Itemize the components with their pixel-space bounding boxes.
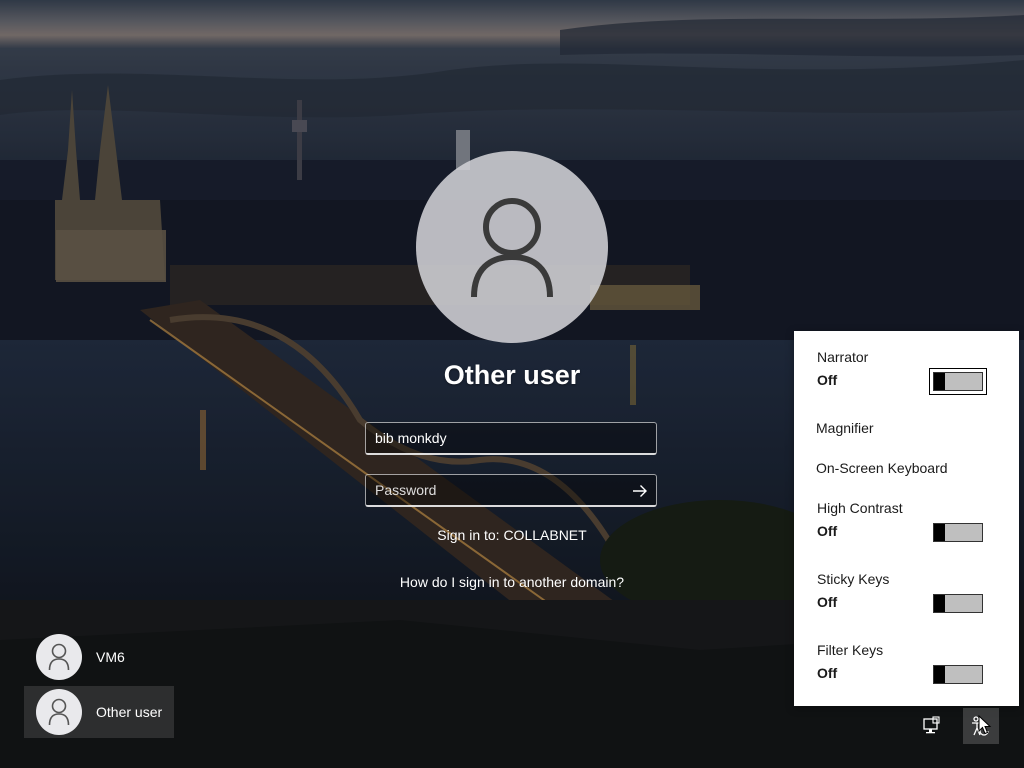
magnifier-item[interactable]: Magnifier	[816, 420, 874, 436]
toggle-knob	[934, 524, 945, 541]
person-icon	[48, 643, 70, 671]
sticky-keys-item: Sticky Keys Off	[817, 571, 889, 610]
filter-keys-toggle[interactable]	[933, 665, 983, 684]
sticky-keys-label: Sticky Keys	[817, 571, 890, 587]
person-icon	[48, 698, 70, 726]
sticky-keys-toggle[interactable]	[933, 594, 983, 613]
filter-keys-label: Filter Keys	[817, 642, 884, 658]
avatar	[36, 634, 82, 680]
high-contrast-label: High Contrast	[817, 500, 903, 516]
user-title: Other user	[443, 360, 581, 390]
user-avatar	[416, 151, 608, 343]
filter-keys-item: Filter Keys Off	[817, 642, 883, 681]
avatar	[36, 689, 82, 735]
toggle-knob	[934, 595, 945, 612]
toggle-knob	[934, 666, 945, 683]
narrator-label: Narrator	[817, 349, 869, 365]
password-field[interactable]	[365, 474, 657, 507]
user-entry-vm6[interactable]: VM6	[24, 631, 174, 683]
ease-of-access-panel: Narrator Off Magnifier On-Screen Keyboar…	[794, 331, 1019, 706]
mouse-cursor-icon	[978, 715, 992, 735]
lock-screen: Other user Sign in to: COLLABNET How do …	[0, 0, 1024, 768]
person-icon	[471, 198, 553, 298]
user-name: Other user	[96, 704, 163, 720]
sticky-keys-state: Off	[817, 594, 838, 610]
user-entry-other-user[interactable]: Other user	[24, 686, 174, 738]
toggle-knob	[934, 373, 945, 390]
sign-in-domain-text: Sign in to: COLLABNET	[437, 527, 587, 543]
on-screen-keyboard-item[interactable]: On-Screen Keyboard	[816, 460, 948, 476]
high-contrast-state: Off	[817, 523, 838, 539]
user-name: VM6	[96, 649, 125, 665]
network-icon	[923, 716, 940, 734]
narrator-item: Narrator Off	[817, 349, 868, 388]
high-contrast-item: High Contrast Off	[817, 500, 903, 539]
username-field[interactable]	[365, 422, 657, 455]
arrow-right-icon	[633, 485, 647, 497]
other-domain-link[interactable]: How do I sign in to another domain?	[362, 574, 662, 590]
submit-button[interactable]	[626, 478, 654, 504]
filter-keys-state: Off	[817, 665, 838, 681]
network-button[interactable]	[913, 708, 949, 744]
narrator-toggle[interactable]	[929, 368, 987, 395]
high-contrast-toggle[interactable]	[933, 523, 983, 542]
narrator-state: Off	[817, 372, 838, 388]
